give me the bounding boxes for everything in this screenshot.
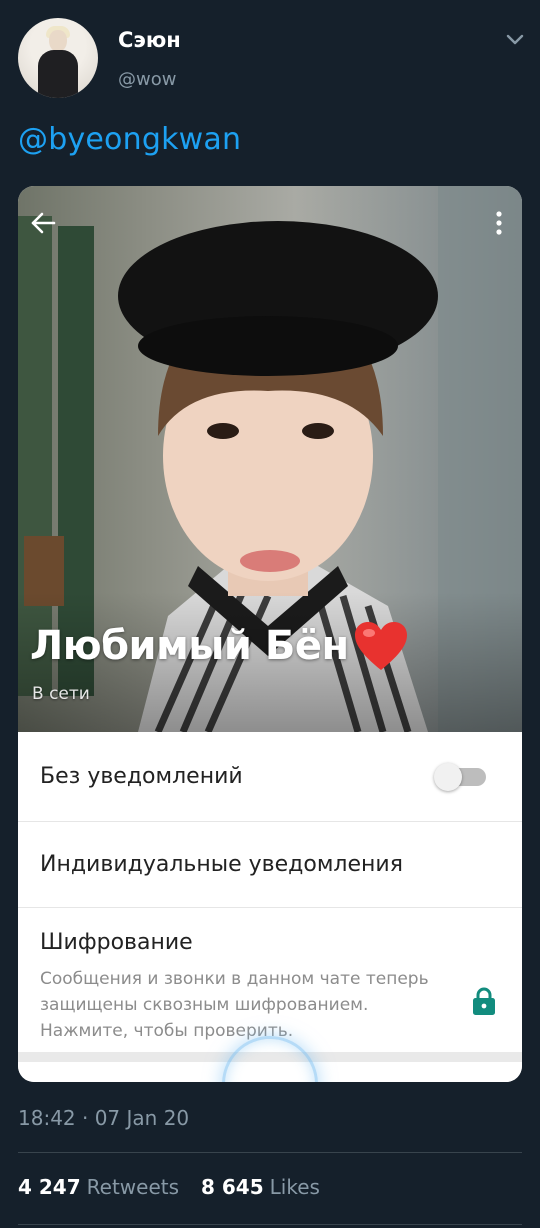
author-display-name[interactable]: Сэюн — [118, 28, 181, 52]
contact-status: В сети — [32, 684, 90, 704]
chevron-down-icon — [506, 34, 524, 44]
divider — [18, 1224, 522, 1225]
back-arrow-icon — [31, 212, 56, 234]
tweet-stats: 4 247 Retweets 8 645 Likes — [18, 1175, 320, 1199]
tweet-menu-button[interactable] — [502, 28, 528, 50]
avatar-body — [38, 50, 78, 98]
retweets-label[interactable]: Retweets — [87, 1175, 179, 1199]
attached-image[interactable]: Любимый Бён В сети Без уведомлений Индив… — [18, 186, 522, 1082]
toggle-knob — [434, 763, 462, 791]
encryption-label: Шифрование — [40, 930, 193, 955]
custom-notifications-row[interactable]: Индивидуальные уведомления — [18, 822, 522, 908]
mute-notifications-row[interactable]: Без уведомлений — [18, 732, 522, 822]
lock-icon — [473, 987, 495, 1015]
mute-notifications-label: Без уведомлений — [40, 764, 243, 789]
more-vert-icon — [496, 211, 502, 235]
retweets-count[interactable]: 4 247 — [18, 1175, 81, 1199]
custom-notifications-label: Индивидуальные уведомления — [40, 852, 403, 877]
encryption-description: Сообщения и звонки в данном чате теперь … — [40, 969, 429, 1041]
contact-name: Любимый Бён — [30, 623, 349, 669]
likes-label[interactable]: Likes — [270, 1175, 320, 1199]
likes-count[interactable]: 8 645 — [201, 1175, 264, 1199]
mute-toggle[interactable] — [434, 763, 486, 791]
author-avatar[interactable] — [18, 18, 98, 98]
tweet-timestamp[interactable]: 18:42 · 07 Jan 20 — [18, 1106, 189, 1130]
encryption-row[interactable]: Шифрование Сообщения и звонки в данном ч… — [18, 908, 522, 1052]
chat-settings: Без уведомлений Индивидуальные уведомлен… — [18, 732, 522, 1082]
heart-icon — [354, 622, 407, 670]
divider — [18, 1152, 522, 1153]
contact-name-row: Любимый Бён — [30, 620, 409, 672]
avatar-face — [49, 30, 67, 52]
author-handle[interactable]: @wow — [118, 69, 176, 90]
back-button[interactable] — [28, 208, 58, 238]
tweet-mention-link[interactable]: @byeongkwan — [18, 122, 241, 157]
more-options-button[interactable] — [484, 208, 514, 238]
